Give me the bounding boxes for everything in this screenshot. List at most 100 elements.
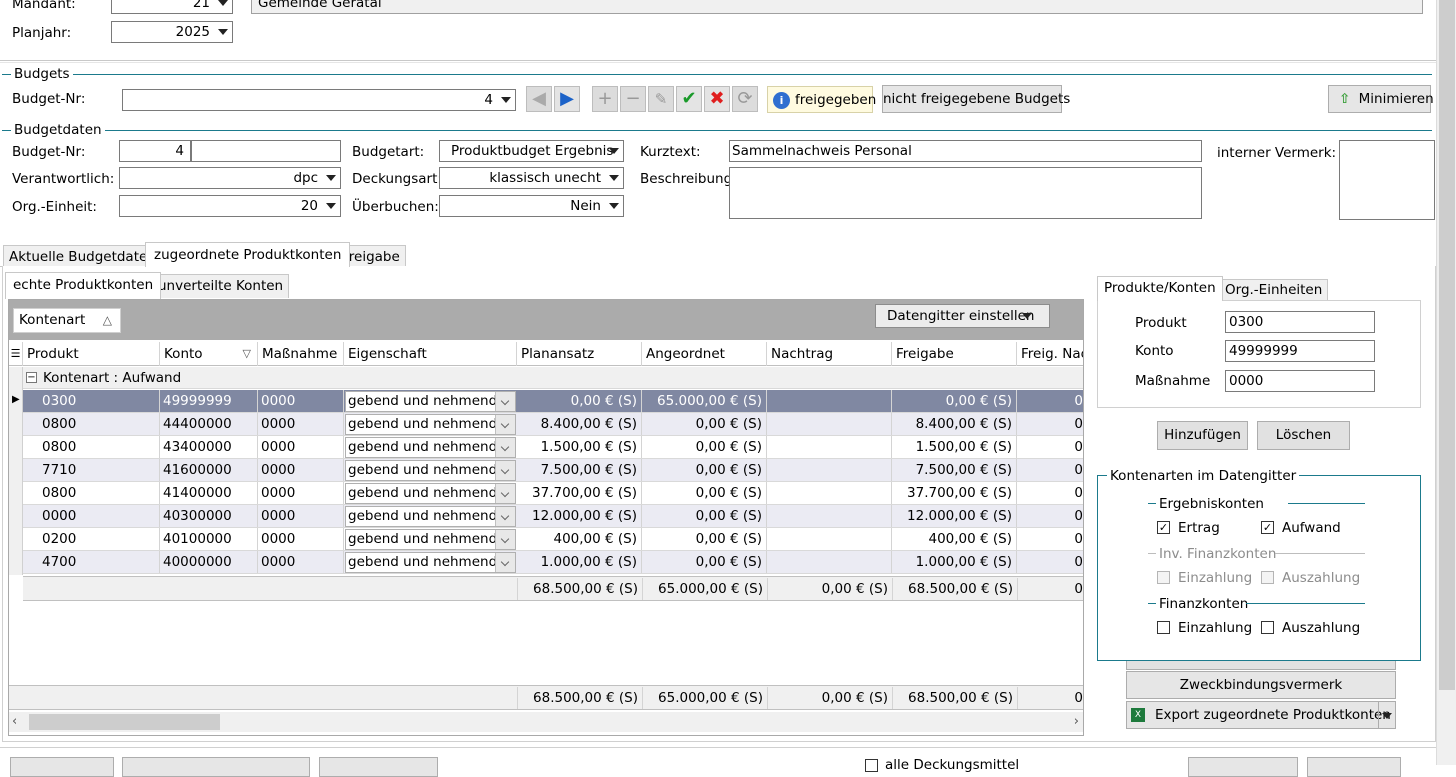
chevron-down-icon[interactable] <box>495 438 515 457</box>
column-header-eigenschaft[interactable]: Eigenschaft <box>344 342 517 366</box>
refresh-icon[interactable]: ⟳ <box>732 86 758 112</box>
verantwortlich-select[interactable]: dpc <box>119 167 341 189</box>
cell-konto[interactable]: 44400000 <box>160 413 258 435</box>
table-row[interactable]: 4700 40000000 0000 1.000,00 € (S) 0,00 € (S)… <box>23 551 1083 574</box>
cell-angeordnet[interactable]: 0,00 € (S) <box>642 436 767 458</box>
alle-deckungsmittel-checkbox[interactable] <box>865 759 878 772</box>
cell-produkt[interactable]: 0200 <box>39 528 160 550</box>
table-row[interactable]: 0800 44400000 0000 8.400,00 € (S) 0,00 € (S)… <box>23 413 1083 436</box>
interner-vermerk-textarea[interactable] <box>1339 140 1435 220</box>
cell-angeordnet[interactable]: 0,00 € (S) <box>642 459 767 481</box>
cell-konto[interactable]: 40300000 <box>160 505 258 527</box>
previous-button[interactable]: ◀ <box>526 86 552 112</box>
eigenschaft-select[interactable]: gebend und nehmend <box>345 391 516 412</box>
column-header-konto[interactable]: Konto ▽ <box>160 342 258 366</box>
cell-freig-nachtrag[interactable]: 0 <box>1017 482 1083 504</box>
ueberbuchen-select[interactable]: Nein <box>439 195 624 217</box>
nicht-freigegebene-budgets-button[interactable]: nicht freigegebene Budgets <box>882 85 1070 113</box>
hinzufuegen-button[interactable]: Hinzufügen <box>1157 421 1248 450</box>
budgetart-select[interactable]: Produktbudget Ergebnis <box>439 140 624 162</box>
chevron-down-icon[interactable] <box>495 392 515 411</box>
confirm-check-icon[interactable]: ✔ <box>676 86 702 112</box>
right-massnahme-field[interactable]: 0000 <box>1225 370 1375 392</box>
cell-angeordnet[interactable]: 0,00 € (S) <box>642 551 767 573</box>
budgetdaten-budget-name-field[interactable] <box>191 140 341 162</box>
table-row[interactable]: 0000 40300000 0000 12.000,00 € (S) 0,00 € (S… <box>23 505 1083 528</box>
cell-produkt[interactable]: 0300 <box>39 390 160 412</box>
footer-button-3[interactable] <box>319 757 438 777</box>
cell-massnahme[interactable]: 0000 <box>258 482 344 504</box>
column-header-freigabe[interactable]: Freigabe <box>892 342 1017 366</box>
cell-freigabe[interactable]: 1.500,00 € (S) <box>892 436 1017 458</box>
column-header-planansatz[interactable]: Planansatz <box>517 342 642 366</box>
cell-nachtrag[interactable] <box>767 459 892 481</box>
column-chooser-icon[interactable]: ☰ <box>9 342 23 366</box>
eigenschaft-select[interactable]: gebend und nehmend <box>345 437 516 458</box>
cell-nachtrag[interactable] <box>767 505 892 527</box>
budget-nr-select[interactable]: 4 <box>122 89 516 111</box>
cell-nachtrag[interactable] <box>767 482 892 504</box>
cell-massnahme[interactable]: 0000 <box>258 505 344 527</box>
chevron-down-icon[interactable] <box>495 507 515 526</box>
table-row[interactable]: 0800 41400000 0000 37.700,00 € (S) 0,00 € (S… <box>23 482 1083 505</box>
eigenschaft-select[interactable]: gebend und nehmend <box>345 529 516 550</box>
cell-produkt[interactable]: 0000 <box>39 505 160 527</box>
column-header-freig-nachtrag[interactable]: Freig. Nac <box>1017 342 1083 366</box>
chevron-down-icon[interactable] <box>495 415 515 434</box>
beschreibung-textarea[interactable] <box>729 167 1202 219</box>
scroll-left-icon[interactable]: ‹ <box>12 714 17 729</box>
cell-planansatz[interactable]: 1.000,00 € (S) <box>517 551 642 573</box>
cell-nachtrag[interactable] <box>767 528 892 550</box>
cell-angeordnet[interactable]: 0,00 € (S) <box>642 505 767 527</box>
cell-angeordnet[interactable]: 0,00 € (S) <box>642 482 767 504</box>
window-scrollbar[interactable] <box>1436 0 1456 765</box>
edit-pencil-icon[interactable]: ✎ <box>648 86 674 112</box>
footer-button-1[interactable] <box>10 757 114 777</box>
table-row[interactable]: 0300 49999999 0000 0,00 € (S) 65.000,00 € (S… <box>23 390 1083 413</box>
cell-massnahme[interactable]: 0000 <box>258 436 344 458</box>
cell-freigabe[interactable]: 0,00 € (S) <box>892 390 1017 412</box>
deckungsart-select[interactable]: klassisch unecht <box>439 167 624 189</box>
cell-konto[interactable]: 40100000 <box>160 528 258 550</box>
mandant-select[interactable]: 21 <box>111 0 233 14</box>
tab-aktuelle-budgetdaten[interactable]: Aktuelle Budgetdaten <box>3 245 162 267</box>
export-dropdown-chevron-icon[interactable] <box>1378 702 1395 728</box>
footer-button-5[interactable] <box>1307 757 1401 777</box>
eigenschaft-select[interactable]: gebend und nehmend <box>345 483 516 504</box>
cell-konto[interactable]: 49999999 <box>160 390 258 412</box>
table-row[interactable]: 0800 43400000 0000 1.500,00 € (S) 0,00 € (S)… <box>23 436 1083 459</box>
loeschen-button[interactable]: Löschen <box>1257 421 1350 450</box>
eigenschaft-select[interactable]: gebend und nehmend <box>345 552 516 573</box>
export-produktkonten-button[interactable]: X Export zugeordnete Produktkonten <box>1126 701 1396 729</box>
tab-org-einheiten[interactable]: Org.-Einheiten <box>1219 279 1329 301</box>
cell-freig-nachtrag[interactable]: 0 <box>1017 551 1083 573</box>
cell-angeordnet[interactable]: 0,00 € (S) <box>642 528 767 550</box>
auszahlung-checkbox[interactable] <box>1261 621 1274 634</box>
cell-nachtrag[interactable] <box>767 390 892 412</box>
cell-planansatz[interactable]: 400,00 € (S) <box>517 528 642 550</box>
kurztext-field[interactable]: Sammelnachweis Personal <box>729 140 1202 162</box>
cell-nachtrag[interactable] <box>767 551 892 573</box>
aufwand-checkbox[interactable]: ✓ <box>1261 521 1274 534</box>
datengitter-einstellen-button[interactable]: Datengitter einstellen <box>875 304 1050 328</box>
group-chip-kontenart[interactable]: Kontenart △ <box>13 308 121 333</box>
cell-massnahme[interactable]: 0000 <box>258 390 344 412</box>
cell-planansatz[interactable]: 1.500,00 € (S) <box>517 436 642 458</box>
cell-freigabe[interactable]: 1.000,00 € (S) <box>892 551 1017 573</box>
eigenschaft-select[interactable]: gebend und nehmend <box>345 506 516 527</box>
planjahr-select[interactable]: 2025 <box>111 21 233 43</box>
cell-massnahme[interactable]: 0000 <box>258 459 344 481</box>
chevron-down-icon[interactable] <box>495 484 515 503</box>
cell-freigabe[interactable]: 8.400,00 € (S) <box>892 413 1017 435</box>
cell-freigabe[interactable]: 7.500,00 € (S) <box>892 459 1017 481</box>
footer-button-4[interactable] <box>1188 757 1298 777</box>
cell-freigabe[interactable]: 37.700,00 € (S) <box>892 482 1017 504</box>
cell-freig-nachtrag[interactable]: 0 <box>1017 390 1083 412</box>
column-header-angeordnet[interactable]: Angeordnet <box>642 342 767 366</box>
ertrag-checkbox[interactable]: ✓ <box>1157 521 1170 534</box>
cell-nachtrag[interactable] <box>767 436 892 458</box>
tab-unverteilte-konten[interactable]: unverteilte Konten <box>152 274 290 298</box>
footer-button-2[interactable] <box>122 757 310 777</box>
scrollbar-thumb[interactable] <box>1439 0 1455 690</box>
cell-produkt[interactable]: 7710 <box>39 459 160 481</box>
